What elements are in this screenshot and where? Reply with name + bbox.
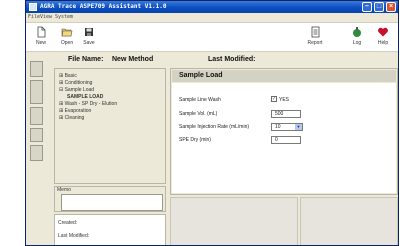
help-button[interactable]: Help [370, 25, 396, 51]
file-info-bar: File Name: New Method Last Modified: [26, 52, 398, 68]
injection-rate-label: Sample Injection Rate (mL/min) [179, 124, 250, 130]
tree-item-conditioning[interactable]: ⊞ Conditioning [59, 80, 92, 86]
menu-bar: File View System [26, 13, 398, 22]
menu-system[interactable]: System [55, 14, 73, 20]
chevron-down-icon[interactable]: ▼ [295, 124, 302, 130]
menu-file[interactable]: File [28, 14, 40, 20]
tree-item-sample-load[interactable]: ⊟ Sample Load [59, 87, 94, 93]
save-disk-icon [83, 26, 95, 38]
log-label: Log [352, 40, 362, 46]
tree-item-sample-load-child[interactable]: SAMPLE LOAD [67, 94, 103, 100]
sidebar-logo-graphic-part [30, 80, 43, 104]
minimize-button[interactable]: – [362, 2, 372, 12]
sample-load-panel: Sample Load Sample Line Wash ✓ YES Sampl… [170, 68, 398, 195]
sidebar-logo-graphic [30, 61, 44, 161]
method-tree: ⊞ Basic ⊞ Conditioning ⊟ Sample Load SAM… [54, 68, 166, 184]
new-label: New [35, 40, 46, 46]
injection-rate-value: 10 [275, 124, 281, 130]
app-icon [29, 3, 37, 11]
injection-rate-select[interactable]: 10 ▼ [271, 123, 303, 131]
help-label: Help [377, 40, 389, 46]
last-modified-info-label: Last Modified: [58, 233, 90, 239]
panel-title: Sample Load [172, 70, 396, 82]
created-label: Created: [58, 220, 78, 226]
log-button[interactable]: Log [344, 25, 370, 51]
close-button[interactable]: × [386, 2, 396, 12]
new-document-icon [35, 26, 47, 38]
memo-label: Memo [57, 187, 71, 193]
tree-item-evaporation[interactable]: ⊞ Evaporation [59, 108, 91, 114]
report-icon [309, 26, 321, 38]
toolbar: New Open Save Report Log Help [26, 22, 398, 52]
tree-item-basic[interactable]: ⊞ Basic [59, 73, 77, 79]
memo-textarea[interactable] [61, 194, 163, 211]
sidebar-logo-graphic-part [30, 61, 43, 77]
sidebar-logo-graphic-part [30, 145, 43, 161]
sidebar-logo-graphic-part [30, 107, 43, 125]
bottom-right-panel [300, 197, 398, 245]
new-button[interactable]: New [28, 25, 54, 51]
bottom-left-panel [170, 197, 298, 245]
tree-item-wash-dry-elution[interactable]: ⊞ Wash - SP Dry - Elution [59, 101, 117, 107]
title-bar[interactable]: AGRA Trace ASPE709 Assistant V1.1.0 – □ … [26, 1, 398, 13]
sample-line-wash-checkbox[interactable]: ✓ [271, 96, 277, 102]
sample-vol-label: Sample Vol. (mL) [179, 111, 218, 117]
sample-vol-input[interactable]: 500 [271, 110, 301, 118]
help-heart-icon [377, 26, 389, 38]
report-button[interactable]: Report [302, 25, 328, 51]
tree-item-cleaning[interactable]: ⊞ Cleaning [59, 115, 84, 121]
menu-view[interactable]: View [40, 14, 52, 20]
sidebar-logo-graphic-part [30, 128, 43, 142]
spe-dry-input[interactable]: 0 [271, 136, 301, 144]
app-window: AGRA Trace ASPE709 Assistant V1.1.0 – □ … [25, 0, 399, 246]
save-button[interactable]: Save [76, 25, 102, 51]
report-label: Report [307, 40, 323, 46]
last-modified-label: Last Modified: [208, 56, 256, 63]
sample-line-wash-label: Sample Line Wash [179, 97, 221, 103]
window-title: AGRA Trace ASPE709 Assistant V1.1.0 [40, 3, 167, 10]
log-icon [351, 26, 363, 38]
maximize-button[interactable]: □ [374, 2, 384, 12]
file-dates-panel: Created: Last Modified: [54, 214, 166, 245]
open-folder-icon [61, 26, 73, 38]
file-name-label: File Name: [68, 56, 104, 63]
spe-dry-label: SPE Dry (min) [179, 137, 211, 143]
sample-line-wash-value: YES [279, 97, 290, 103]
panel-body: Sample Line Wash ✓ YES Sample Vol. (mL) … [172, 83, 396, 193]
file-name-value: New Method [112, 56, 154, 63]
save-label: Save [83, 40, 95, 46]
memo-panel: Memo [54, 186, 166, 212]
